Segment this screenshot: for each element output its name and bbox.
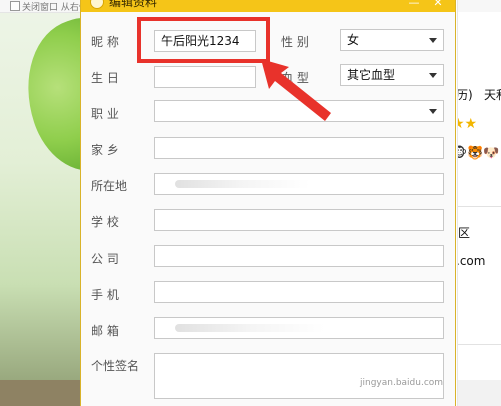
blood-type-select[interactable]: 其它血型 (340, 64, 444, 86)
gender-label: 性 别 (281, 35, 309, 49)
divider (458, 206, 501, 207)
gender-select[interactable]: 女 (340, 29, 444, 51)
red-highlight-box (137, 17, 270, 63)
checkbox-icon[interactable] (10, 1, 20, 11)
school-input[interactable] (154, 209, 444, 231)
green-leaf-image (7, 6, 80, 184)
close-button[interactable]: ✕ (431, 0, 445, 9)
dialog-title: 编辑资料 (109, 0, 158, 9)
star-icon: ★★ (458, 116, 478, 132)
background-top-text: 关闭窗口 从右侧提示 (22, 3, 80, 13)
chevron-down-icon (429, 38, 437, 43)
blurred-content (175, 324, 325, 332)
dialog-titlebar: 编辑资料 — ✕ (81, 0, 455, 12)
hometown-select[interactable] (154, 137, 444, 159)
email-domain-text: .com (457, 254, 486, 268)
company-input[interactable] (154, 245, 444, 267)
watermark: jingyan.baidu.com (360, 378, 444, 388)
minimize-button[interactable]: — (407, 0, 421, 9)
background-top-strip: 关闭窗口 从右侧提示 (0, 0, 80, 13)
email-input[interactable] (154, 317, 444, 339)
hometown-label: 家 乡 (91, 143, 119, 157)
signature-label: 个性签名 (91, 359, 140, 373)
emoji-avatars-icon: 🐵🐯🐶 (458, 146, 500, 161)
background-right-top-strip (458, 0, 501, 12)
company-label: 公 司 (91, 252, 119, 266)
blurred-content (175, 180, 310, 188)
birthday-label: 生 日 (91, 71, 119, 85)
background-bottom-strip (0, 380, 80, 406)
location-label: 所在地 (91, 179, 128, 193)
mobile-input[interactable] (154, 281, 444, 303)
background-right-panel: 历) 天和 ★★ 🐵🐯🐶 区 .com (457, 0, 501, 406)
occupation-label: 职 业 (91, 107, 119, 121)
nickname-label: 昵 称 (91, 35, 119, 49)
chevron-down-icon (429, 73, 437, 78)
district-text: 区 (458, 226, 471, 240)
email-label: 邮 箱 (91, 324, 119, 338)
school-label: 学 校 (91, 215, 119, 229)
chevron-down-icon (429, 109, 437, 114)
red-arrow-icon (261, 59, 331, 121)
divider (458, 344, 501, 345)
background-right-bottom-strip (458, 380, 501, 406)
app-logo-icon (90, 0, 104, 9)
weather-text: 天和 (484, 88, 501, 102)
birthday-input[interactable] (154, 66, 256, 88)
background-left-panel: 关闭窗口 从右侧提示 (0, 0, 80, 406)
location-input[interactable] (154, 173, 444, 195)
calendar-text: 历) (457, 88, 473, 102)
signature-textarea[interactable] (154, 353, 444, 399)
mobile-label: 手 机 (91, 288, 119, 302)
blood-type-value: 其它血型 (347, 68, 396, 82)
gender-value: 女 (347, 33, 360, 47)
